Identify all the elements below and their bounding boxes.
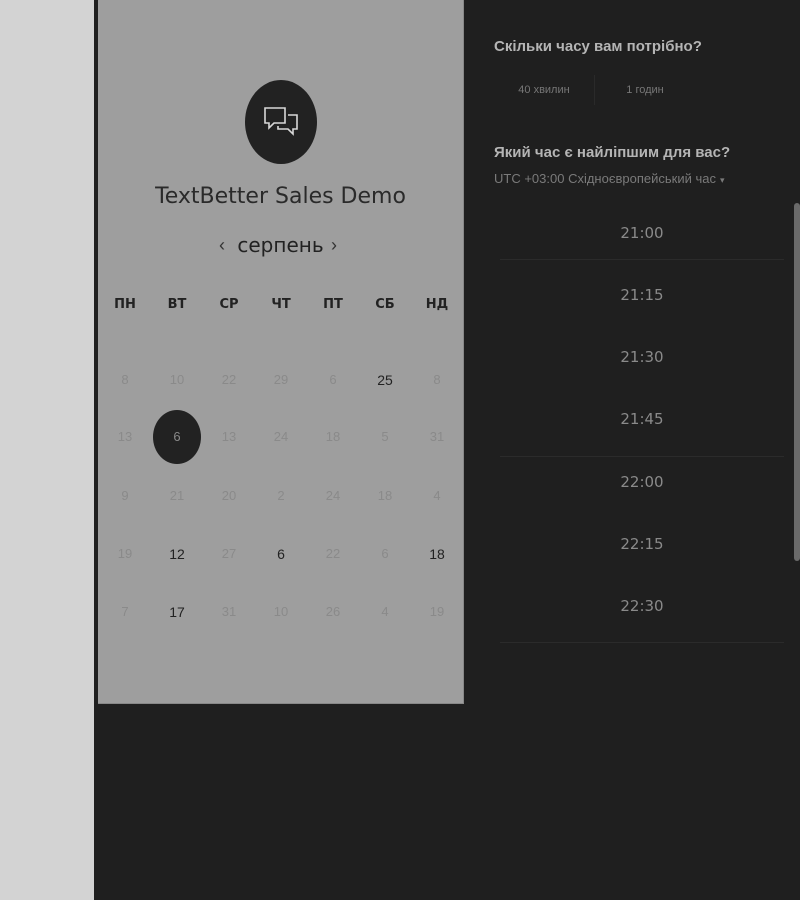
booking-options: Скільки часу вам потрібно? 40 хвилин 1 г… [494, 0, 800, 900]
calendar-day: 27 [221, 546, 237, 561]
time-question: Який час є найліпшим для вас? [494, 144, 731, 161]
scrollbar[interactable] [794, 203, 800, 561]
calendar-day: 21 [169, 488, 185, 503]
caret-down-icon: ▾ [719, 175, 725, 185]
calendar-day: 2 [277, 488, 285, 503]
calendar-day: 19 [117, 546, 133, 561]
calendar-day: 24 [325, 488, 341, 503]
calendar-day: 20 [221, 488, 237, 503]
time-slot[interactable]: 21:45 [500, 399, 784, 439]
calendar-day: 29 [273, 372, 289, 387]
calendar-day: 31 [429, 429, 445, 444]
calendar-day: 24 [273, 429, 289, 444]
duration-option-40-min[interactable]: 40 хвилин [494, 75, 594, 105]
calendar-day: 19 [429, 604, 445, 619]
calendar-day: 9 [121, 488, 129, 503]
calendar-day: 13 [117, 429, 133, 444]
left-background-strip [0, 0, 94, 900]
timezone-label: UTC +03:00 Східноєвропейський час [494, 171, 716, 186]
available-day[interactable]: 18 [414, 531, 460, 577]
calendar-day: 7 [121, 604, 129, 619]
divider [500, 456, 784, 457]
available-day[interactable]: 17 [154, 589, 200, 635]
divider [500, 642, 784, 643]
calendar-day: 4 [433, 488, 441, 503]
time-slot[interactable]: 21:30 [500, 337, 784, 377]
available-day[interactable]: 12 [154, 531, 200, 577]
calendar-day: 13 [221, 429, 237, 444]
calendar-day: 6 [329, 372, 337, 387]
calendar-day: 26 [325, 604, 341, 619]
calendar-grid: 8 10 22 29 6 25 8 13 6 13 24 18 5 31 9 21 20 2 24 18 4 19 12 27… [98, 0, 463, 703]
calendar-day: 22 [325, 546, 341, 561]
timezone-selector[interactable]: UTC +03:00 Східноєвропейський час ▾ [494, 171, 725, 186]
calendar-day: 18 [377, 488, 393, 503]
calendar-day: 4 [381, 604, 389, 619]
selected-day[interactable]: 6 [153, 410, 201, 464]
calendar-day: 8 [433, 372, 441, 387]
calendar-day: 5 [381, 429, 389, 444]
time-slot[interactable]: 21:00 [500, 213, 784, 253]
duration-question: Скільки часу вам потрібно? [494, 38, 702, 55]
time-slot[interactable]: 22:00 [500, 462, 784, 502]
time-slot[interactable]: 22:30 [500, 586, 784, 626]
calendar-day: 10 [273, 604, 289, 619]
calendar-day: 22 [221, 372, 237, 387]
calendar-day: 6 [381, 546, 389, 561]
available-day[interactable]: 25 [362, 357, 408, 403]
divider [500, 259, 784, 260]
calendar-day: 31 [221, 604, 237, 619]
calendar-day: 18 [325, 429, 341, 444]
time-slot[interactable]: 21:15 [500, 275, 784, 315]
duration-option-1-hour[interactable]: 1 годин [594, 75, 695, 105]
calendar-day: 8 [121, 372, 129, 387]
calendar-day: 10 [169, 372, 185, 387]
calendar-panel: TextBetter Sales Demo ‹ серпень › ПН ВТ СР… [98, 0, 464, 704]
time-slot[interactable]: 22:15 [500, 524, 784, 564]
available-day[interactable]: 6 [258, 531, 304, 577]
